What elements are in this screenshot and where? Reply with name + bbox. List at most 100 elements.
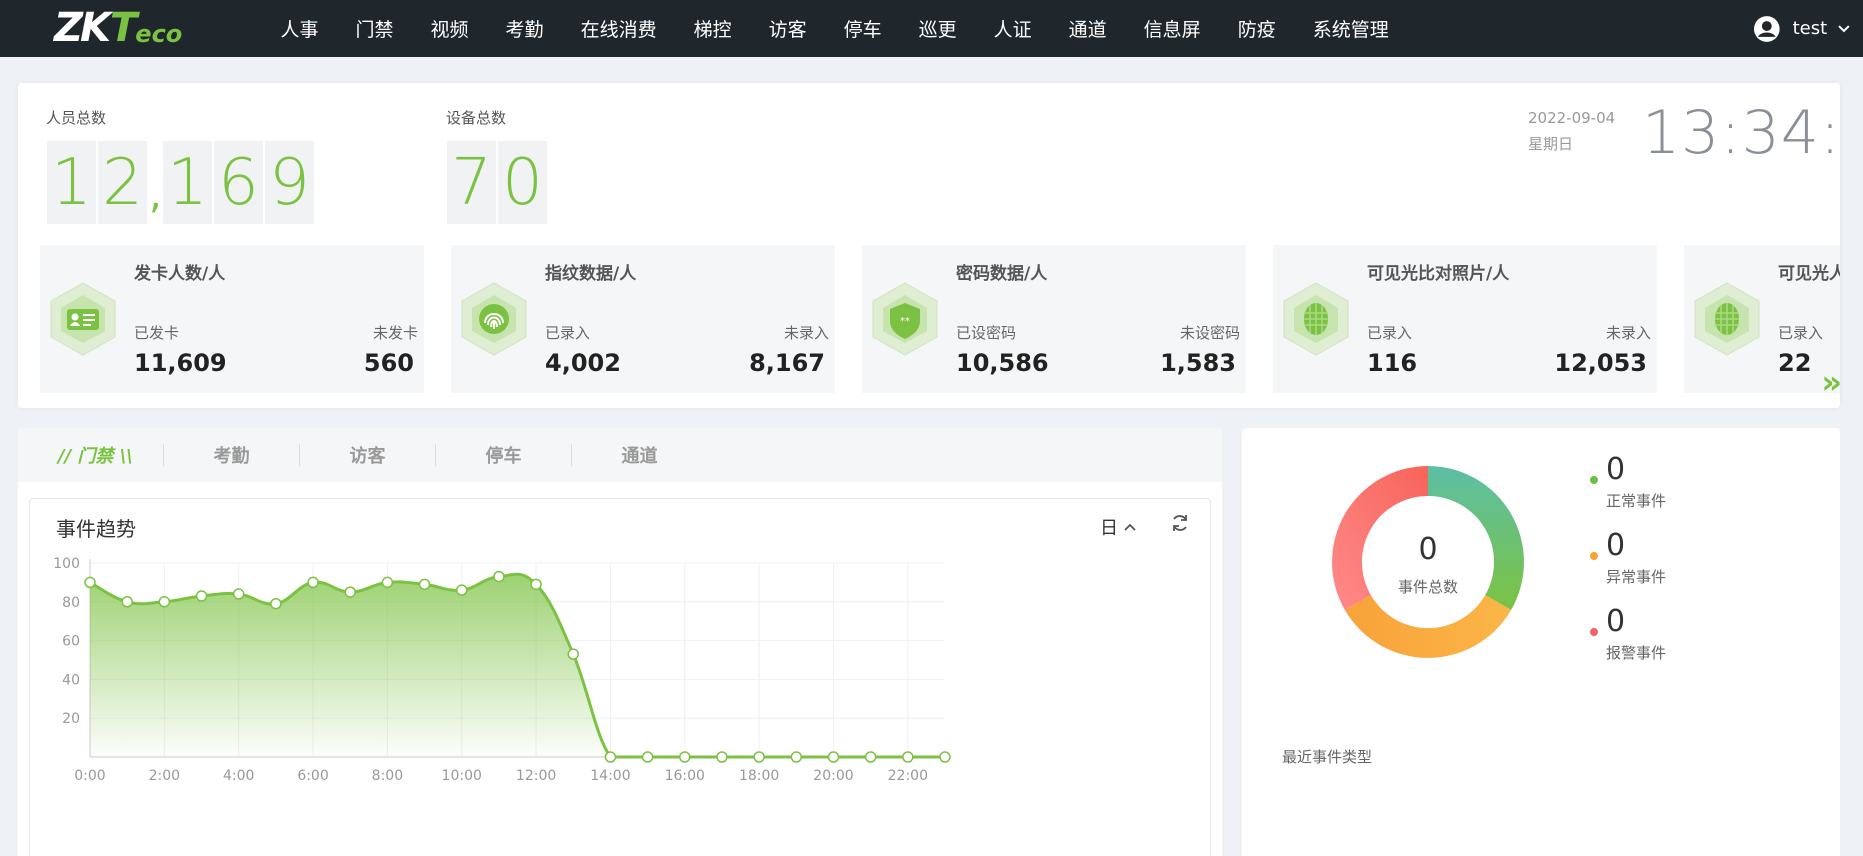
data-point	[418, 578, 431, 591]
svg-text:**: **	[900, 316, 910, 327]
card-left-label: 已发卡	[134, 324, 180, 342]
counter-digit: 0	[498, 141, 547, 224]
zkteco-logo[interactable]: ZK Teco	[54, 7, 182, 49]
data-point	[827, 751, 840, 763]
personnel-total-counter: 1 2 , 1 6 9	[47, 141, 316, 224]
data-point	[567, 648, 580, 660]
tab-decoration-right: \\	[113, 446, 133, 467]
x-tick-label: 8:00	[372, 768, 403, 784]
nav-item-personnel[interactable]: 人事	[281, 15, 319, 42]
summary-panel: 人员总数 1 2 , 1 6 9 设备总数 7 0 2022-09-04 星期日…	[18, 83, 1840, 408]
nav-item-info-screen[interactable]: 信息屏	[1144, 15, 1201, 42]
card-left-label: 已设密码	[956, 324, 1017, 342]
stat-cards: 发卡人数/人 已发卡 未发卡 11,609 560 指纹数据/人 已录入 未录入…	[40, 245, 1840, 393]
tab-parking[interactable]: 停车	[436, 442, 571, 468]
stat-card-visible-light-photo[interactable]: 可见光比对照片/人 已录入 未录入 116 12,053	[1273, 245, 1657, 393]
user-menu[interactable]: test	[1753, 0, 1863, 57]
card-title: 可见光比对照片/人	[1367, 264, 1510, 284]
data-point	[790, 751, 803, 763]
nav-item-patrol[interactable]: 巡更	[919, 15, 957, 42]
counter-digit: 7	[447, 141, 496, 224]
tab-decoration-left: //	[58, 446, 78, 467]
legend-abnormal: 0 异常事件	[1590, 528, 1667, 587]
card-right-value: 560	[363, 349, 414, 377]
data-point	[604, 751, 617, 763]
nav-item-passage[interactable]: 通道	[1069, 15, 1107, 42]
chevron-up-icon	[1124, 523, 1136, 531]
period-value: 日	[1100, 518, 1118, 539]
nav-item-id-verify[interactable]: 人证	[994, 15, 1032, 42]
card-right-label: 未录入	[1605, 324, 1651, 342]
nav-item-consumption[interactable]: 在线消费	[581, 15, 657, 42]
data-point	[121, 596, 133, 608]
tab-passage[interactable]: 通道	[572, 442, 707, 468]
password-shield-icon: **	[872, 282, 938, 356]
stat-card-password[interactable]: ** 密码数据/人 已设密码 未设密码 10,586 1,583	[862, 245, 1246, 393]
legend-dot-normal	[1590, 476, 1598, 484]
x-tick-label: 14:00	[590, 768, 630, 784]
data-point	[344, 586, 356, 598]
scroll-right-arrow-icon[interactable]: »	[1821, 363, 1840, 401]
data-point	[195, 590, 208, 602]
data-point	[493, 570, 505, 583]
card-right-value: 8,167	[749, 349, 825, 377]
card-right-label: 未发卡	[372, 324, 418, 342]
x-tick-label: 20:00	[813, 768, 853, 784]
tab-label: 门禁	[77, 446, 114, 467]
period-selector[interactable]: 日	[1100, 514, 1136, 540]
card-left-label: 已录入	[1778, 324, 1824, 342]
card-left-label: 已录入	[545, 324, 591, 342]
nav-item-visitor[interactable]: 访客	[769, 15, 807, 42]
data-point	[307, 576, 319, 589]
legend-label: 异常事件	[1606, 568, 1667, 586]
stat-card-fingerprint[interactable]: 指纹数据/人 已录入 未录入 4,002 8,167	[451, 245, 835, 393]
x-tick-label: 2:00	[149, 768, 180, 784]
user-avatar-icon	[1753, 15, 1780, 42]
nav-item-system[interactable]: 系统管理	[1313, 15, 1389, 42]
y-tick-label: 20	[62, 711, 80, 727]
legend-value: 0	[1606, 604, 1626, 639]
event-total-value: 0	[1418, 532, 1438, 567]
tab-visitor[interactable]: 访客	[300, 442, 435, 468]
data-point	[641, 751, 654, 763]
counter-digit: 9	[265, 141, 314, 224]
tab-attendance[interactable]: 考勤	[164, 442, 299, 468]
stat-card-card-issue[interactable]: 发卡人数/人 已发卡 未发卡 11,609 560	[40, 245, 424, 393]
counter-digit: 1	[47, 141, 96, 224]
refresh-icon[interactable]	[1170, 513, 1190, 533]
nav-item-access[interactable]: 门禁	[356, 15, 394, 42]
id-card-icon	[50, 282, 116, 356]
legend-value: 0	[1606, 452, 1626, 487]
x-tick-label: 18:00	[739, 768, 779, 784]
data-point	[270, 597, 282, 610]
card-title: 发卡人数/人	[134, 264, 226, 284]
event-summary-panel: 0 事件总数 0 正常事件 0 异常事件 0 报警事件 最近事件类型	[1242, 428, 1840, 856]
x-tick-label: 10:00	[442, 768, 482, 784]
donut-segment-abnormal	[1344, 595, 1512, 658]
face-scan-icon	[1283, 282, 1349, 356]
legend-alarm: 0 报警事件	[1590, 604, 1666, 663]
recent-event-types-label: 最近事件类型	[1282, 748, 1373, 766]
device-total-counter: 7 0	[447, 141, 549, 224]
nav-item-epidemic[interactable]: 防疫	[1238, 15, 1276, 42]
nav-item-parking[interactable]: 停车	[844, 15, 882, 42]
main-nav: 人事 门禁 视频 考勤 在线消费 梯控 访客 停车 巡更 人证 通道 信息屏 防…	[262, 0, 1407, 57]
nav-item-video[interactable]: 视频	[431, 15, 469, 42]
nav-item-elevator[interactable]: 梯控	[694, 15, 732, 42]
card-title: 密码数据/人	[956, 264, 1048, 284]
y-tick-label: 100	[53, 556, 80, 572]
data-point	[455, 584, 468, 596]
x-tick-label: 4:00	[223, 768, 254, 784]
data-point	[232, 588, 245, 600]
data-point	[753, 751, 765, 763]
nav-item-attendance[interactable]: 考勤	[506, 15, 544, 42]
module-tabs: // 门禁 \\ 考勤 访客 停车 通道	[18, 428, 1222, 482]
x-tick-label: 16:00	[665, 768, 705, 784]
tab-access[interactable]: // 门禁 \\	[58, 442, 163, 468]
current-weekday: 星期日	[1528, 135, 1574, 153]
y-tick-label: 40	[62, 672, 80, 688]
stat-card-visible-light-face[interactable]: 可见光人 已录入 22	[1684, 245, 1840, 393]
y-tick-label: 60	[62, 634, 80, 650]
card-right-label: 未设密码	[1179, 324, 1240, 342]
data-point	[158, 596, 171, 608]
